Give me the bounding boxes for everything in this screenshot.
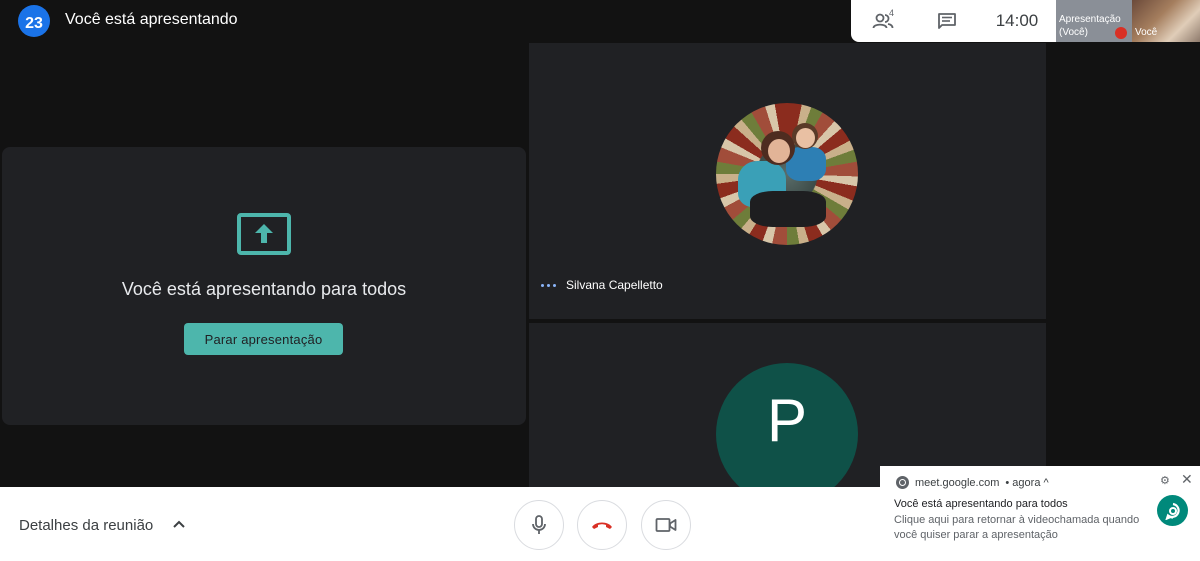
chat-icon [938,13,956,29]
meet-logo-icon [1157,495,1188,526]
meeting-details-button[interactable]: Detalhes da reunião [19,517,153,534]
participant-initial-avatar: P [716,363,858,488]
people-count: 4 [889,8,895,18]
self-video-thumbnail[interactable]: Você [1132,0,1200,42]
chrome-icon [896,476,909,489]
camera-button[interactable] [641,500,691,550]
end-call-button[interactable] [577,500,627,550]
people-button[interactable]: 4 [851,0,915,42]
hang-up-icon [592,522,612,529]
calendar-icon: 23 [18,5,50,37]
presenting-message: Você está apresentando para todos [121,279,407,299]
participant-tile[interactable]: Silvana Capelletto [529,43,1046,319]
presenting-card: Você está apresentando para todos Parar … [2,147,526,425]
clock: 14:00 [995,11,1039,30]
mic-off-icon [1115,27,1127,39]
gear-icon[interactable]: ⚙ [1160,474,1170,487]
self-thumbnail-label: Você [1135,27,1158,38]
browser-notification[interactable]: meet.google.com • agora ^ ⚙ ✕ Você está … [880,466,1200,561]
participant-name: Silvana Capelletto [566,278,663,292]
speaking-indicator-icon [541,284,556,287]
chevron-up-icon[interactable] [172,517,186,531]
notification-body: Clique aqui para retornar à videochamada… [894,514,1140,541]
calendar-day: 23 [25,15,43,32]
participant-avatar [716,103,858,245]
microphone-button[interactable] [514,500,564,550]
notification-source: meet.google.com [915,476,1000,489]
presentation-thumbnail-label: Apresentação [1059,14,1121,25]
notification-title: Você está apresentando para todos [894,498,1068,510]
stop-presenting-button[interactable]: Parar apresentação [184,323,343,355]
presentation-thumbnail[interactable]: Apresentação (Você) [1056,0,1132,42]
notification-time: • agora ^ [1005,476,1049,489]
chat-button[interactable] [915,0,979,42]
page-title: Você está apresentando [65,11,238,28]
close-icon[interactable]: ✕ [1181,471,1193,488]
microphone-icon [532,515,546,534]
participant-tile[interactable]: P [529,323,1046,488]
present-screen-icon [237,213,291,255]
presentation-thumbnail-sublabel: (Você) [1059,27,1088,38]
camera-icon [655,518,677,532]
